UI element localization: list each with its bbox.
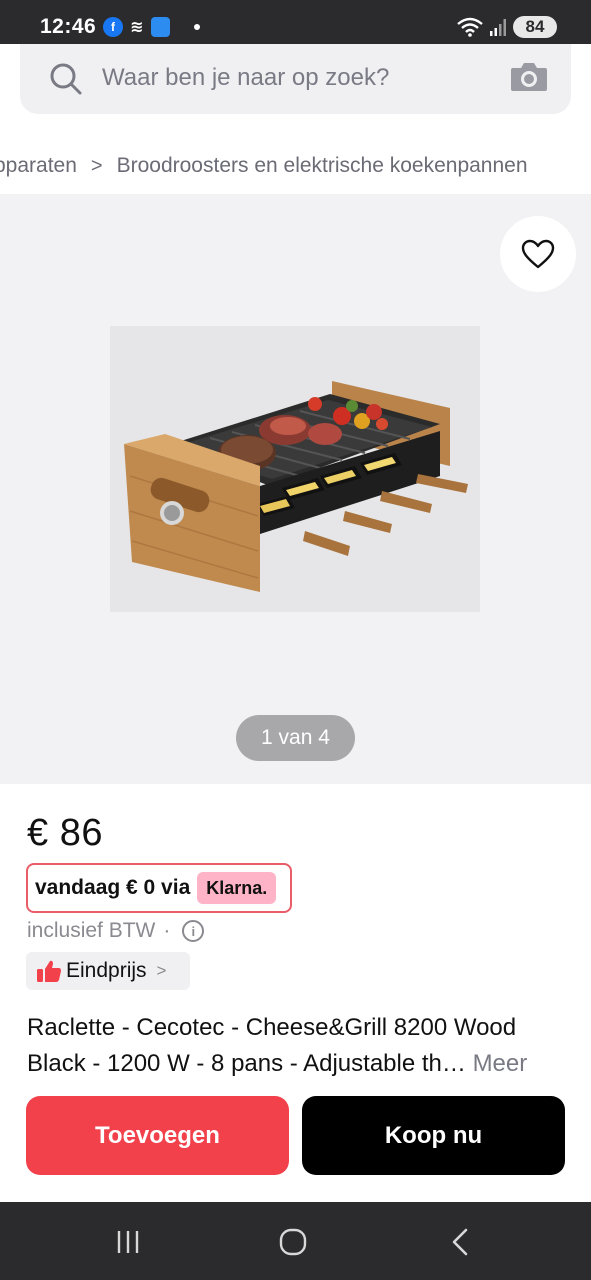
signal-icon: [490, 19, 506, 36]
thumbs-up-icon: [37, 960, 61, 982]
product-gallery[interactable]: 1 van 4: [0, 194, 591, 784]
product-price: € 86: [27, 812, 103, 854]
klarna-text: vandaag € 0 via: [35, 876, 191, 899]
system-navigation-bar: [0, 1202, 591, 1280]
status-time: 12:46: [40, 15, 97, 38]
klarna-payment-banner[interactable]: vandaag € 0 via Klarna.: [26, 863, 292, 913]
buy-now-button[interactable]: Koop nu: [302, 1096, 565, 1175]
back-button[interactable]: [440, 1224, 480, 1260]
stack-icon: ≋: [130, 19, 144, 36]
chevron-right-icon: >: [156, 961, 167, 980]
klarna-logo: Klarna.: [197, 872, 277, 904]
search-bar[interactable]: [20, 44, 571, 114]
home-icon: [279, 1228, 307, 1256]
facebook-icon: f: [103, 17, 123, 37]
chevron-right-icon: >: [90, 154, 103, 177]
add-to-cart-button[interactable]: Toevoegen: [26, 1096, 289, 1175]
breadcrumb-item-toasters[interactable]: Broodroosters en elektrische koekenpanne…: [117, 154, 528, 178]
vat-text: inclusief BTW: [27, 919, 156, 942]
recent-apps-icon: [117, 1231, 139, 1253]
wifi-icon: [457, 17, 483, 37]
back-icon: [452, 1228, 468, 1256]
product-title: Raclette - Cecotec - Cheese&Grill 8200 W…: [27, 1010, 567, 1082]
more-link[interactable]: Meer: [473, 1050, 528, 1077]
product-title-line-2-text: Black - 1200 W - 8 pans - Adjustable th…: [27, 1050, 466, 1077]
heart-icon: [521, 239, 555, 269]
favorite-button[interactable]: [500, 216, 576, 292]
battery-icon: 84: [513, 16, 557, 38]
product-title-line-2: Black - 1200 W - 8 pans - Adjustable th……: [27, 1046, 567, 1082]
search-area: [0, 44, 591, 130]
product-title-line-1: Raclette - Cecotec - Cheese&Grill 8200 W…: [27, 1014, 517, 1041]
raclette-grill-illustration: [124, 381, 468, 592]
search-icon[interactable]: [48, 61, 84, 97]
recent-apps-button[interactable]: [108, 1224, 148, 1260]
camera-icon[interactable]: [509, 58, 549, 94]
status-bar: 12:46 f ≋ 84: [0, 0, 591, 44]
product-image[interactable]: [110, 326, 480, 612]
status-system-icons: 84: [457, 16, 557, 38]
status-notification-icons: f ≋: [103, 17, 200, 37]
home-button[interactable]: [273, 1224, 313, 1260]
breadcrumb: pparaten > Broodroosters en elektrische …: [0, 130, 591, 194]
final-price-chip[interactable]: Eindprijs >: [26, 952, 190, 990]
image-counter: 1 van 4: [236, 715, 355, 761]
app-icon: [151, 17, 170, 37]
notification-dot: [194, 24, 200, 30]
vat-info: inclusief BTW · i: [27, 919, 205, 943]
search-input[interactable]: [102, 60, 482, 96]
breadcrumb-item-appliances[interactable]: pparaten: [0, 154, 77, 178]
info-icon[interactable]: i: [182, 920, 205, 942]
final-price-label: Eindprijs: [66, 959, 147, 982]
vat-separator: ·: [163, 919, 171, 942]
